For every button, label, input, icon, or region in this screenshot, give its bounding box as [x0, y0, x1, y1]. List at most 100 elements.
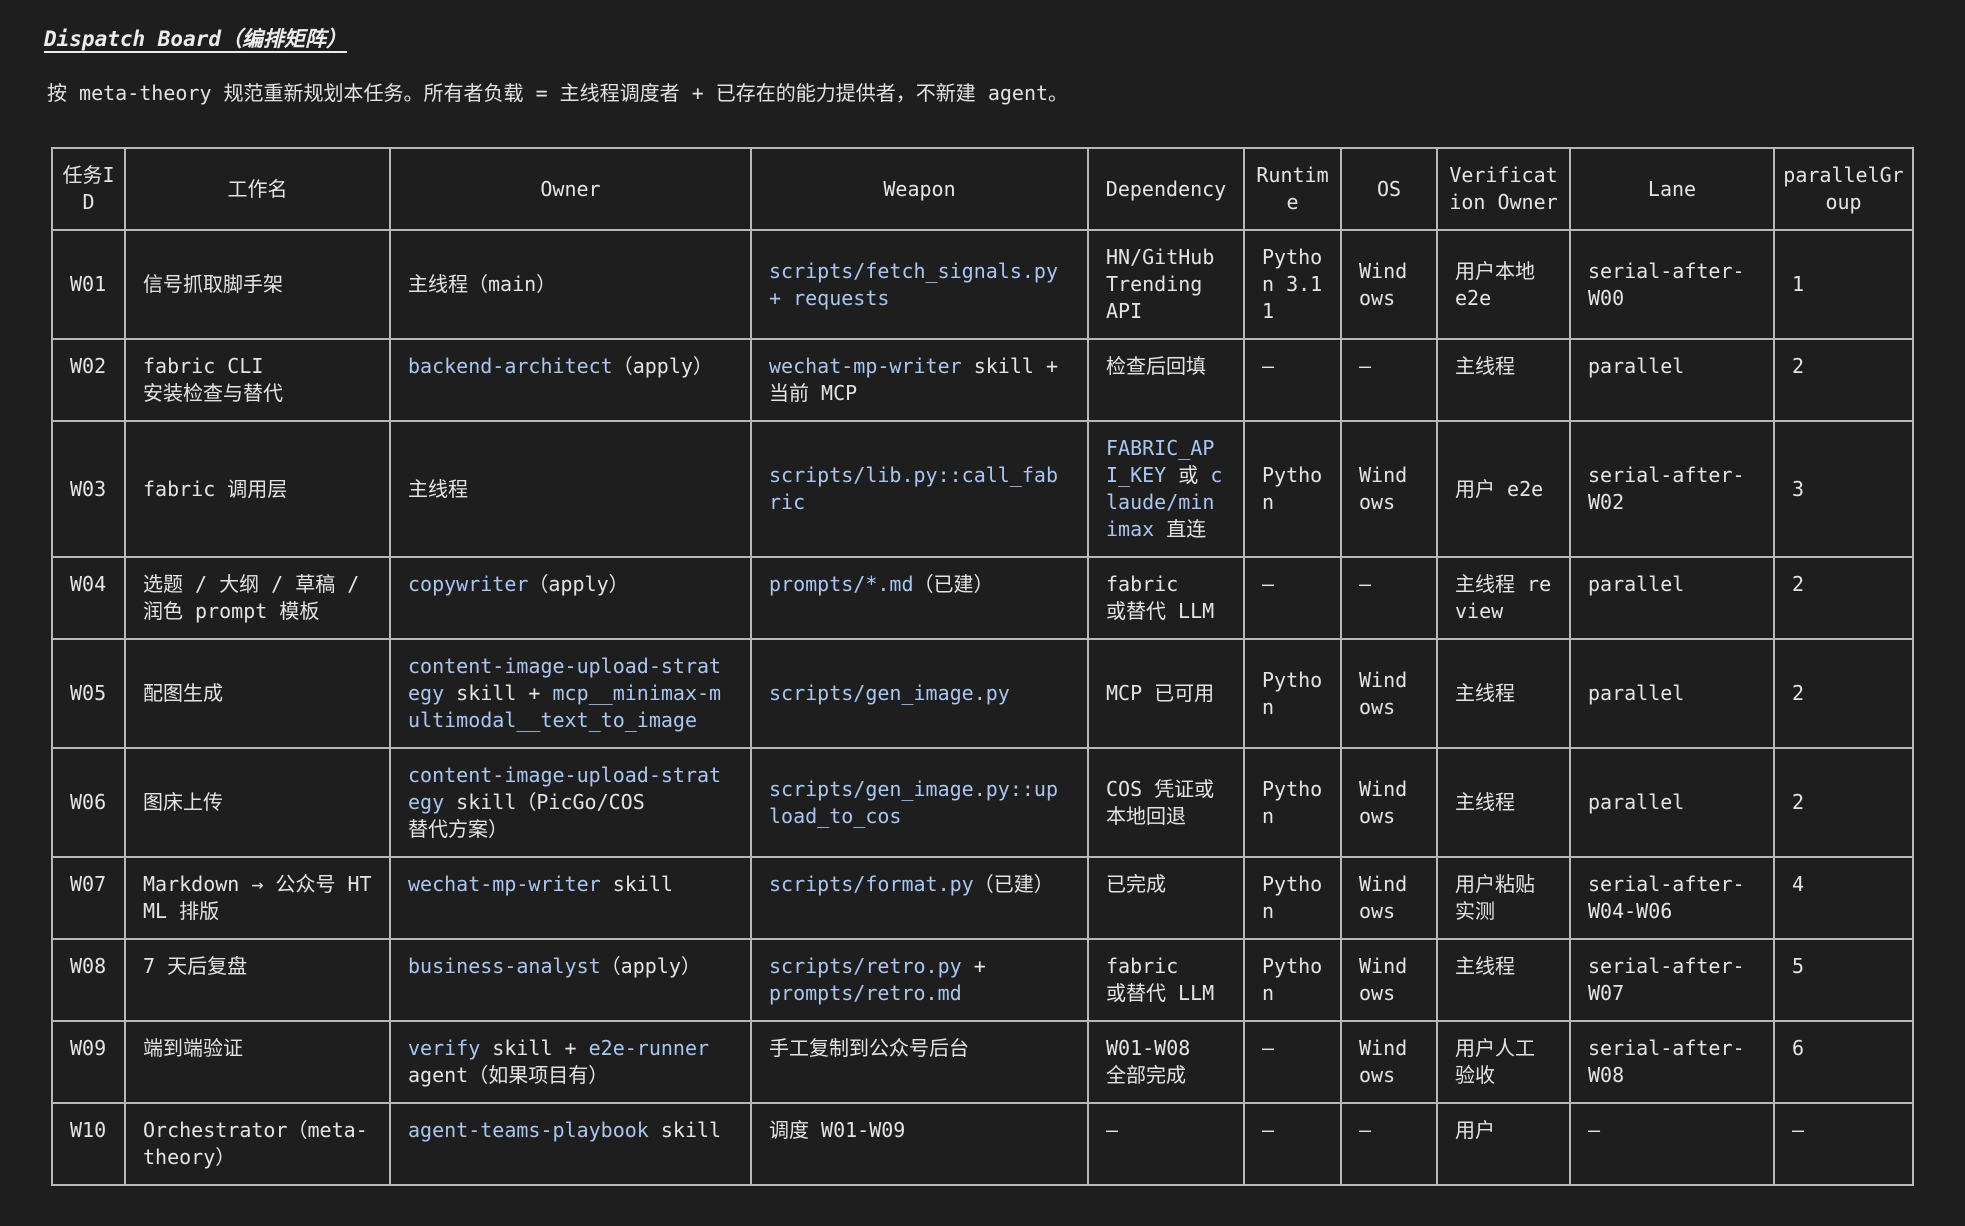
os-cell: Windows: [1340, 747, 1438, 858]
job-name-cell: 图床上传: [124, 747, 391, 858]
dispatch-table: 任务ID 工作名 Owner Weapon Dependency Runtime…: [51, 147, 1914, 1186]
verification-owner-cell: 用户: [1436, 1102, 1571, 1186]
owner-cell: 主线程: [389, 420, 752, 558]
table-header-row: 任务ID 工作名 Owner Weapon Dependency Runtime…: [51, 147, 1914, 231]
verification-owner-cell: 主线程: [1436, 638, 1571, 749]
verification-owner-cell: 用户人工验收: [1436, 1020, 1571, 1104]
header-task-id: 任务ID: [51, 147, 126, 231]
text-span: skill: [600, 872, 673, 896]
job-name-cell: 选题 / 大纲 / 草稿 / 润色 prompt 模板: [124, 556, 391, 640]
dependency-cell: 已完成: [1087, 856, 1245, 940]
header-verification-owner: Verification Owner: [1436, 147, 1571, 231]
code-span: business-analyst: [408, 954, 601, 978]
code-span: scripts/lib.py::call_fabric: [769, 463, 1058, 514]
text-span: W01-W08 全部完成: [1106, 1036, 1191, 1087]
header-weapon: Weapon: [750, 147, 1089, 231]
lane-cell: serial-after-W04-W06: [1569, 856, 1775, 940]
weapon-cell: scripts/retro.py + prompts/retro.md: [750, 938, 1089, 1022]
header-dependency: Dependency: [1087, 147, 1245, 231]
parallel-group-cell: 5: [1773, 938, 1914, 1022]
weapon-cell: scripts/gen_image.py::upload_to_cos: [750, 747, 1089, 858]
code-span: copywriter: [408, 572, 529, 596]
owner-cell: 主线程（main）: [389, 229, 752, 340]
lane-cell: parallel: [1569, 638, 1775, 749]
text-span: +: [961, 954, 986, 978]
job-name-cell: Markdown → 公众号 HTML 排版: [124, 856, 391, 940]
text-span: 主线程: [408, 476, 468, 501]
weapon-cell: scripts/gen_image.py: [750, 638, 1089, 749]
job-name-cell: fabric 调用层: [124, 420, 391, 558]
header-parallel-group: parallelGroup: [1773, 147, 1914, 231]
os-cell: Windows: [1340, 1020, 1438, 1104]
job-name-cell: 信号抓取脚手架: [124, 229, 391, 340]
dependency-cell: FABRIC_API_KEY 或 claude/minimax 直连: [1087, 420, 1245, 558]
verification-owner-cell: 主线程: [1436, 747, 1571, 858]
weapon-cell: scripts/lib.py::call_fabric: [750, 420, 1089, 558]
text-span: HN/GitHub Trending API: [1106, 245, 1215, 323]
code-span: backend-architect: [408, 354, 613, 378]
code-span: wechat-mp-writer: [769, 354, 962, 378]
table-row: W03 fabric 调用层 主线程 scripts/lib.py::call_fab…: [51, 420, 1914, 558]
parallel-group-cell: 6: [1773, 1020, 1914, 1104]
runtime-cell: –: [1243, 556, 1342, 640]
table-row: W01 信号抓取脚手架 主线程（main） scripts/fetch_signals…: [51, 229, 1914, 340]
os-cell: –: [1340, 1102, 1438, 1186]
lane-cell: parallel: [1569, 556, 1775, 640]
table-row: W10 Orchestrator（meta-theory） agent-teams-…: [51, 1102, 1914, 1186]
intro-paragraph: 按 meta-theory 规范重新规划本任务。所有者负载 = 主线程调度者 +…: [47, 81, 1069, 105]
table-row: W04 选题 / 大纲 / 草稿 / 润色 prompt 模板 copywriter…: [51, 556, 1914, 640]
os-cell: Windows: [1340, 856, 1438, 940]
parallel-group-cell: 3: [1773, 420, 1914, 558]
page-title: Dispatch Board（编排矩阵）: [44, 27, 348, 51]
weapon-cell: prompts/*.md（已建）: [750, 556, 1089, 640]
parallel-group-cell: 1: [1773, 229, 1914, 340]
text-span: （apply）: [612, 354, 713, 378]
header-runtime: Runtime: [1243, 147, 1342, 231]
code-span: agent-teams-playbook: [408, 1118, 649, 1142]
owner-cell: content-image-upload-strategy skill（PicG…: [389, 747, 752, 858]
dependency-cell: COS 凭证或本地回退: [1087, 747, 1245, 858]
parallel-group-cell: 2: [1773, 556, 1914, 640]
table-row: W07 Markdown → 公众号 HTML 排版 wechat-mp-write…: [51, 856, 1914, 940]
text-span: 直连: [1154, 517, 1207, 541]
task-id-cell: W10: [51, 1102, 126, 1186]
os-cell: –: [1340, 556, 1438, 640]
text-span: 主线程（main）: [408, 272, 557, 296]
text-span: agent（如果项目有）: [408, 1063, 609, 1087]
text-span: –: [1106, 1118, 1119, 1142]
owner-cell: copywriter（apply）: [389, 556, 752, 640]
runtime-cell: Python: [1243, 420, 1342, 558]
verification-owner-cell: 主线程: [1436, 338, 1571, 422]
parallel-group-cell: 2: [1773, 338, 1914, 422]
table-row: W05 配图生成 content-image-upload-strategy ski…: [51, 638, 1914, 749]
task-id-cell: W09: [51, 1020, 126, 1104]
runtime-cell: –: [1243, 1102, 1342, 1186]
job-name-cell: 配图生成: [124, 638, 391, 749]
owner-cell: verify skill + e2e-runner agent（如果项目有）: [389, 1020, 752, 1104]
parallel-group-cell: 4: [1773, 856, 1914, 940]
text-span: （已建）: [973, 872, 1054, 896]
text-span: 或: [1166, 463, 1211, 487]
text-span: 手工复制到公众号后台: [769, 1036, 969, 1060]
weapon-cell: wechat-mp-writer skill + 当前 MCP: [750, 338, 1089, 422]
task-id-cell: W06: [51, 747, 126, 858]
task-id-cell: W02: [51, 338, 126, 422]
task-id-cell: W08: [51, 938, 126, 1022]
runtime-cell: Python 3.11: [1243, 229, 1342, 340]
dependency-cell: fabric 或替代 LLM: [1087, 938, 1245, 1022]
parallel-group-cell: –: [1773, 1102, 1914, 1186]
lane-cell: parallel: [1569, 747, 1775, 858]
lane-cell: parallel: [1569, 338, 1775, 422]
task-id-cell: W03: [51, 420, 126, 558]
verification-owner-cell: 主线程: [1436, 938, 1571, 1022]
code-span: e2e-runner: [588, 1036, 710, 1060]
runtime-cell: Python: [1243, 747, 1342, 858]
text-span: COS 凭证或本地回退: [1106, 776, 1215, 828]
dependency-cell: fabric 或替代 LLM: [1087, 556, 1245, 640]
dependency-cell: –: [1087, 1102, 1245, 1186]
header-lane: Lane: [1569, 147, 1775, 231]
os-cell: Windows: [1340, 420, 1438, 558]
dependency-cell: MCP 已可用: [1087, 638, 1245, 749]
verification-owner-cell: 用户本地 e2e: [1436, 229, 1571, 340]
lane-cell: –: [1569, 1102, 1775, 1186]
